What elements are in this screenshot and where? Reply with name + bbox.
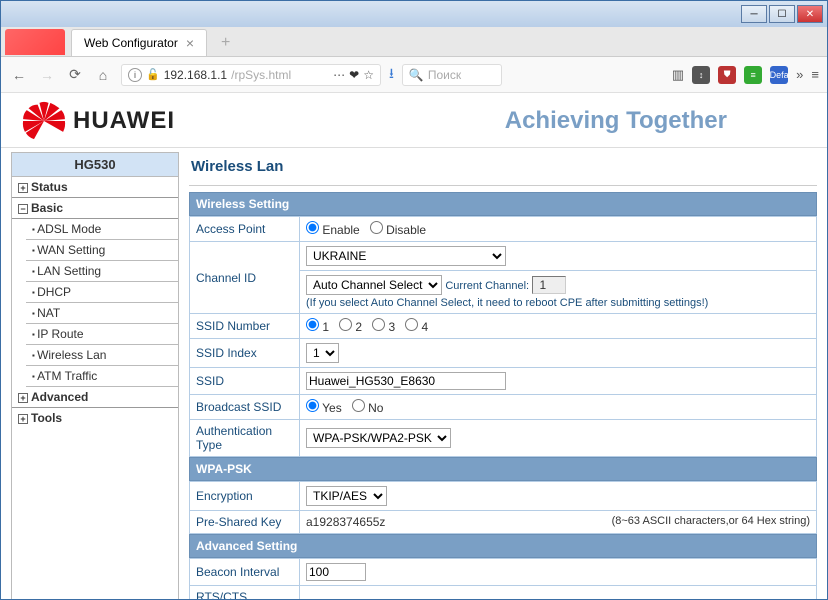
label-ssid: SSID	[190, 368, 300, 395]
label-psk: Pre-Shared Key	[190, 511, 300, 534]
label-ssid-number: SSID Number	[190, 314, 300, 339]
label-rtscts: RTS/CTS	[190, 586, 300, 600]
section-advanced-setting: Advanced Setting	[189, 534, 817, 558]
downloads-icon[interactable]: ⭳	[389, 63, 394, 87]
sidebar: HG530 +Status −Basic ADSL Mode WAN Setti…	[11, 152, 179, 599]
sidebar-model: HG530	[12, 153, 178, 177]
sidebar-item-dhcp[interactable]: DHCP	[26, 282, 178, 303]
reload-button[interactable]: ⟳	[65, 66, 85, 83]
address-bar[interactable]: i 🔓 192.168.1.1/rpSys.html ⋯ ❤ ☆	[121, 64, 381, 86]
huawei-logo-icon	[21, 101, 67, 141]
sidebar-item-wan-setting[interactable]: WAN Setting	[26, 240, 178, 261]
sidebar-cat-tools[interactable]: +Tools	[12, 408, 178, 428]
value-current-channel: 1	[532, 276, 566, 294]
search-icon: 🔍	[409, 68, 424, 82]
radio-ap-disable[interactable]: Disable	[370, 223, 426, 237]
sidebar-item-nat[interactable]: NAT	[26, 303, 178, 324]
search-placeholder: Поиск	[428, 68, 461, 82]
brand-slogan: Achieving Together	[505, 107, 727, 135]
brand-name: HUAWEI	[73, 107, 175, 135]
browser-toolbar: ← → ⟳ ⌂ i 🔓 192.168.1.1/rpSys.html ⋯ ❤ ☆…	[1, 57, 827, 93]
menu-icon[interactable]: ≡	[811, 67, 819, 82]
select-country[interactable]: UKRAINE	[306, 246, 506, 266]
sidebar-item-ip-route[interactable]: IP Route	[26, 324, 178, 345]
radio-ssidnum-4[interactable]: 4	[405, 320, 428, 334]
library-icon[interactable]: ▥	[672, 67, 684, 83]
label-encryption: Encryption	[190, 482, 300, 511]
extension-icon-defa[interactable]: Defa	[770, 66, 788, 84]
sidebar-item-atm-traffic[interactable]: ATM Traffic	[26, 366, 178, 387]
label-auth-type: Authentication Type	[190, 420, 300, 457]
section-wpa-psk: WPA-PSK	[189, 457, 817, 481]
channel-hint: (If you select Auto Channel Select, it n…	[306, 297, 708, 309]
url-path: /rpSys.html	[231, 68, 291, 82]
label-broadcast-ssid: Broadcast SSID	[190, 395, 300, 420]
label-ssid-index: SSID Index	[190, 339, 300, 368]
sidebar-cat-basic[interactable]: −Basic	[12, 198, 178, 219]
sidebar-cat-status[interactable]: +Status	[12, 177, 178, 198]
site-info-icon[interactable]: i	[128, 68, 142, 82]
extension-icon-3[interactable]: ≡	[744, 66, 762, 84]
extension-icon-1[interactable]: ↕	[692, 66, 710, 84]
minimize-button[interactable]: ─	[741, 5, 767, 23]
select-ssid-index[interactable]: 1	[306, 343, 339, 363]
radio-broadcast-yes[interactable]: Yes	[306, 401, 342, 415]
search-bar[interactable]: 🔍 Поиск	[402, 64, 502, 86]
select-channel-mode[interactable]: Auto Channel Select	[306, 275, 442, 295]
radio-broadcast-no[interactable]: No	[352, 401, 384, 415]
brand-header: HUAWEI Achieving Together	[1, 93, 827, 148]
new-tab-button[interactable]: +	[213, 30, 238, 56]
forward-button[interactable]: →	[37, 67, 57, 83]
label-channel-id: Channel ID	[190, 242, 300, 314]
input-ssid[interactable]	[306, 372, 506, 390]
close-button[interactable]: ✕	[797, 5, 823, 23]
section-wireless-setting: Wireless Setting	[189, 192, 817, 216]
psk-hint: (8~63 ASCII characters,or 64 Hex string)	[612, 515, 810, 527]
main-content: Wireless Lan Wireless Setting Access Poi…	[189, 152, 817, 599]
radio-ssidnum-3[interactable]: 3	[372, 320, 395, 334]
page-title: Wireless Lan	[189, 152, 817, 186]
browser-tabbar: Web Configurator × +	[1, 27, 827, 57]
select-encryption[interactable]: TKIP/AES	[306, 486, 387, 506]
tab-close-icon[interactable]: ×	[186, 35, 194, 51]
input-beacon[interactable]	[306, 563, 366, 581]
pocket-icon[interactable]: ❤	[349, 68, 359, 82]
tab-title: Web Configurator	[84, 36, 178, 50]
extension-icon-ublock[interactable]: ⛊	[718, 66, 736, 84]
back-button[interactable]: ←	[9, 67, 29, 83]
sidebar-item-wireless-lan[interactable]: Wireless Lan	[26, 345, 178, 366]
browser-tab[interactable]: Web Configurator ×	[71, 29, 207, 56]
bookmark-icon[interactable]: ☆	[363, 68, 374, 82]
sidebar-cat-advanced[interactable]: +Advanced	[12, 387, 178, 408]
maximize-button[interactable]: ☐	[769, 5, 795, 23]
sidebar-item-lan-setting[interactable]: LAN Setting	[26, 261, 178, 282]
home-button[interactable]: ⌂	[93, 67, 113, 83]
radio-ssidnum-1[interactable]: 1	[306, 320, 329, 334]
url-host: 192.168.1.1	[164, 68, 227, 82]
insecure-icon: 🔓	[146, 68, 160, 81]
overflow-icon[interactable]: »	[796, 67, 803, 82]
value-psk: a1928374655z	[306, 515, 385, 529]
radio-ap-enable[interactable]: Enable	[306, 223, 360, 237]
label-access-point: Access Point	[190, 217, 300, 242]
label-beacon: Beacon Interval	[190, 559, 300, 586]
sidebar-item-adsl-mode[interactable]: ADSL Mode	[26, 219, 178, 240]
select-auth-type[interactable]: WPA-PSK/WPA2-PSK	[306, 428, 451, 448]
window-titlebar: ─ ☐ ✕	[1, 1, 827, 27]
radio-ssidnum-2[interactable]: 2	[339, 320, 362, 334]
label-current-channel: Current Channel:	[445, 280, 529, 292]
